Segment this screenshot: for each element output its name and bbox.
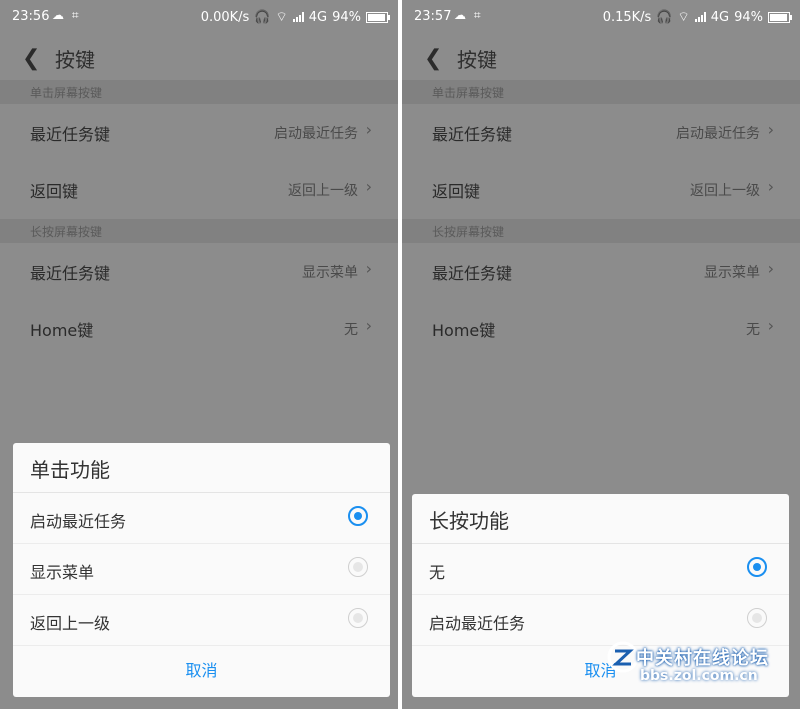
row-label: 最近任务键 bbox=[30, 125, 111, 144]
status-bar: 23:56 ☁ ⌗ 0.00K/s 🎧 ⌔ 4G 94% bbox=[0, 0, 398, 34]
phone-screen-right: 23:57 ☁ ⌗ 0.15K/s 🎧 ⌔ 4G 94% ❮ 按键 单击屏幕按键… bbox=[402, 0, 800, 709]
section-header-tap: 单击屏幕按键 bbox=[402, 80, 800, 104]
row-value: 启动最近任务 bbox=[676, 126, 760, 142]
row-recent-tap[interactable]: 最近任务键 启动最近任务 › bbox=[0, 104, 398, 160]
page-title: 按键 bbox=[457, 48, 497, 72]
network-type: 4G bbox=[308, 9, 328, 25]
chevron-right-icon: › bbox=[365, 120, 372, 139]
row-label: 返回键 bbox=[30, 182, 79, 201]
section-header-longpress: 长按屏幕按键 bbox=[0, 219, 398, 243]
status-right: 0.00K/s 🎧 ⌔ 4G 94% bbox=[200, 9, 390, 25]
watermark-url: bbs.zol.com.cn bbox=[640, 668, 758, 684]
row-value: 返回上一级 bbox=[288, 183, 358, 199]
chevron-right-icon: › bbox=[365, 177, 372, 196]
title-bar: ❮ 按键 bbox=[402, 34, 800, 80]
status-bar: 23:57 ☁ ⌗ 0.15K/s 🎧 ⌔ 4G 94% bbox=[402, 0, 800, 34]
row-recent-longpress[interactable]: 最近任务键 显示菜单 › bbox=[0, 243, 398, 299]
row-value: 无 bbox=[746, 322, 760, 338]
option-none[interactable]: 无 bbox=[412, 544, 789, 595]
chevron-right-icon: › bbox=[365, 316, 372, 335]
notification-icons: ☁ ⌗ bbox=[52, 8, 81, 22]
wifi-icon: ⌔ bbox=[677, 10, 690, 25]
option-label: 返回上一级 bbox=[30, 614, 111, 633]
back-icon[interactable]: ❮ bbox=[424, 46, 442, 71]
option-label: 启动最近任务 bbox=[429, 614, 526, 633]
chevron-right-icon: › bbox=[767, 177, 774, 196]
row-label: Home键 bbox=[30, 321, 94, 340]
row-value: 显示菜单 bbox=[704, 265, 760, 281]
option-label: 无 bbox=[429, 563, 446, 582]
watermark-name: 中关村在线论坛 bbox=[636, 648, 769, 669]
battery-icon bbox=[768, 11, 792, 23]
row-label: 返回键 bbox=[432, 182, 481, 201]
row-label: 最近任务键 bbox=[432, 125, 513, 144]
option-launch-recent[interactable]: 启动最近任务 bbox=[412, 595, 789, 646]
status-time: 23:57 bbox=[414, 9, 452, 24]
radio-unselected[interactable] bbox=[348, 557, 368, 577]
title-bar: ❮ 按键 bbox=[0, 34, 398, 80]
chevron-right-icon: › bbox=[365, 259, 372, 278]
row-value: 启动最近任务 bbox=[274, 126, 358, 142]
row-home-longpress[interactable]: Home键 无 › bbox=[402, 300, 800, 356]
row-label: 最近任务键 bbox=[30, 264, 111, 283]
wifi-icon: ⌔ bbox=[275, 10, 288, 25]
chevron-right-icon: › bbox=[767, 120, 774, 139]
chevron-right-icon: › bbox=[767, 259, 774, 278]
signal-icon bbox=[694, 12, 706, 22]
option-show-menu[interactable]: 显示菜单 bbox=[13, 544, 390, 595]
zol-logo-icon bbox=[607, 641, 639, 673]
radio-unselected[interactable] bbox=[348, 608, 368, 628]
row-value: 无 bbox=[344, 322, 358, 338]
section-header-tap: 单击屏幕按键 bbox=[0, 80, 398, 104]
option-go-back[interactable]: 返回上一级 bbox=[13, 595, 390, 646]
option-launch-recent[interactable]: 启动最近任务 bbox=[13, 493, 390, 544]
dialog-title: 长按功能 bbox=[412, 494, 789, 544]
status-time: 23:56 bbox=[12, 9, 50, 24]
row-recent-tap[interactable]: 最近任务键 启动最近任务 › bbox=[402, 104, 800, 160]
battery-percent: 94% bbox=[332, 9, 361, 25]
headphones-icon: 🎧 bbox=[254, 9, 271, 25]
section-header-longpress: 长按屏幕按键 bbox=[402, 219, 800, 243]
row-value: 显示菜单 bbox=[302, 265, 358, 281]
row-label: Home键 bbox=[432, 321, 496, 340]
net-speed: 0.15K/s bbox=[602, 9, 652, 25]
phone-screen-left: 23:56 ☁ ⌗ 0.00K/s 🎧 ⌔ 4G 94% ❮ 按键 单击屏幕按键… bbox=[0, 0, 398, 709]
option-label: 显示菜单 bbox=[30, 563, 95, 582]
radio-unselected[interactable] bbox=[747, 608, 767, 628]
row-back-tap[interactable]: 返回键 返回上一级 › bbox=[0, 161, 398, 217]
row-recent-longpress[interactable]: 最近任务键 显示菜单 › bbox=[402, 243, 800, 299]
signal-icon bbox=[292, 12, 304, 22]
dialog-title: 单击功能 bbox=[13, 443, 390, 493]
page-title: 按键 bbox=[55, 48, 95, 72]
notification-icons: ☁ ⌗ bbox=[454, 8, 483, 22]
radio-selected[interactable] bbox=[348, 506, 368, 526]
cancel-button[interactable]: 取消 bbox=[13, 646, 390, 696]
battery-icon bbox=[366, 11, 390, 23]
radio-selected[interactable] bbox=[747, 557, 767, 577]
option-label: 启动最近任务 bbox=[30, 512, 127, 531]
battery-percent: 94% bbox=[734, 9, 763, 25]
row-back-tap[interactable]: 返回键 返回上一级 › bbox=[402, 161, 800, 217]
row-home-longpress[interactable]: Home键 无 › bbox=[0, 300, 398, 356]
back-icon[interactable]: ❮ bbox=[22, 46, 40, 71]
network-type: 4G bbox=[710, 9, 730, 25]
net-speed: 0.00K/s bbox=[200, 9, 250, 25]
row-value: 返回上一级 bbox=[690, 183, 760, 199]
single-tap-dialog: 单击功能 启动最近任务 显示菜单 返回上一级 取消 bbox=[13, 443, 390, 697]
status-right: 0.15K/s 🎧 ⌔ 4G 94% bbox=[602, 9, 792, 25]
chevron-right-icon: › bbox=[767, 316, 774, 335]
headphones-icon: 🎧 bbox=[656, 9, 673, 25]
zol-watermark: 中关村在线论坛 bbs.zol.com.cn bbox=[606, 640, 796, 700]
row-label: 最近任务键 bbox=[432, 264, 513, 283]
